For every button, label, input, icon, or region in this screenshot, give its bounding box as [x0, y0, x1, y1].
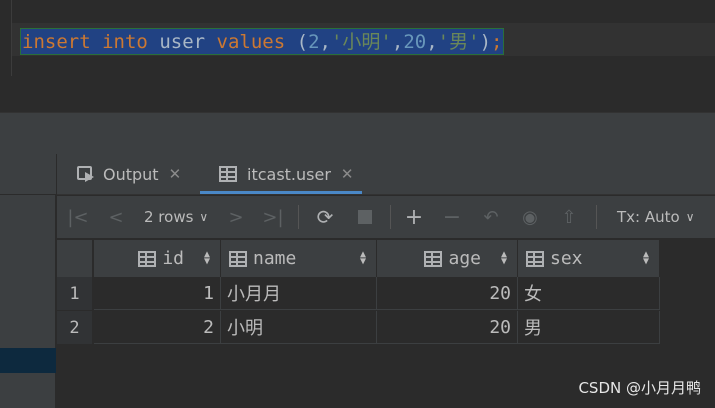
- row-number-header: [57, 240, 93, 277]
- value-age: 20: [403, 31, 427, 53]
- first-page-icon[interactable]: |<: [67, 196, 89, 238]
- column-icon: [526, 250, 544, 267]
- table-icon: [219, 166, 237, 182]
- toolbar-separator: [390, 205, 391, 229]
- stop-icon[interactable]: [355, 196, 375, 238]
- rows-count-label: 2 rows: [144, 208, 194, 226]
- value-name: '小明': [330, 31, 392, 53]
- cell-id[interactable]: 1: [94, 277, 221, 310]
- tab-output-label: Output: [103, 164, 159, 184]
- keyword-into: into: [102, 31, 148, 53]
- open-paren: (: [296, 31, 309, 53]
- column-icon: [138, 250, 157, 267]
- close-icon[interactable]: ✕: [341, 165, 354, 183]
- close-icon[interactable]: ✕: [169, 165, 182, 183]
- tab-output[interactable]: Output ✕: [77, 154, 181, 194]
- keyword-values: values: [216, 31, 286, 53]
- value-id: 2: [308, 31, 320, 53]
- panel-divider: [0, 112, 715, 154]
- refresh-icon[interactable]: ⟳: [313, 196, 337, 238]
- rows-selector[interactable]: 2 rows ∨: [144, 196, 208, 238]
- keyword-insert: insert: [22, 31, 91, 53]
- sort-icon[interactable]: ▲ ▼: [360, 250, 366, 267]
- sort-icon[interactable]: ▲ ▼: [501, 250, 507, 267]
- comma: ,: [319, 31, 331, 53]
- column-header-label: sex: [550, 248, 583, 269]
- prev-page-icon[interactable]: <: [105, 196, 127, 238]
- cell-name[interactable]: 小月月: [221, 277, 377, 310]
- tx-mode-label: Tx: Auto: [617, 208, 680, 226]
- cell-id[interactable]: 2: [94, 311, 221, 344]
- submit-icon[interactable]: ⇧: [558, 196, 580, 238]
- tab-itcast-user[interactable]: itcast.user ✕: [219, 154, 354, 194]
- row-number[interactable]: 1: [57, 277, 93, 310]
- active-tab-indicator: [200, 191, 362, 194]
- close-paren: ): [479, 31, 492, 53]
- cell-name[interactable]: 小明: [221, 311, 377, 344]
- toolbar-separator: [298, 205, 299, 229]
- preview-changes-icon[interactable]: ◉: [518, 196, 542, 238]
- column-icon: [424, 250, 443, 267]
- value-sex: '男': [437, 31, 480, 53]
- chevron-down-icon: ∨: [685, 210, 695, 224]
- comma: ,: [391, 31, 404, 53]
- table-identifier: user: [159, 31, 206, 53]
- transaction-mode-selector[interactable]: Tx: Auto ∨: [617, 196, 695, 238]
- cell-age[interactable]: 20: [377, 277, 518, 310]
- next-page-icon[interactable]: >: [225, 196, 247, 238]
- code-line-selection[interactable]: insert into user values (2,'小明',20,'男');: [20, 28, 505, 55]
- revert-icon[interactable]: ↶: [480, 196, 502, 238]
- column-header-label: name: [253, 248, 297, 269]
- column-header-id[interactable]: id ▲ ▼: [94, 240, 221, 277]
- column-header-label: age: [448, 248, 481, 269]
- column-icon: [229, 250, 247, 267]
- last-page-icon[interactable]: >|: [261, 196, 285, 238]
- results-tab-bar: Output ✕ itcast.user ✕: [57, 154, 715, 195]
- sidebar-header: [0, 154, 56, 195]
- column-header-age[interactable]: age ▲ ▼: [377, 240, 518, 277]
- toolbar-separator: [596, 205, 597, 229]
- sidebar-selected-item[interactable]: [0, 348, 56, 373]
- chevron-down-icon: ∨: [199, 210, 209, 224]
- output-icon: [77, 166, 95, 182]
- row-number[interactable]: 2: [57, 311, 93, 344]
- semicolon: ;: [491, 31, 503, 53]
- add-row-icon[interactable]: +: [402, 196, 426, 238]
- grid-toolbar: |< < 2 rows ∨ > >| ⟳ + − ↶ ◉ ⇧ Tx: Auto …: [57, 196, 715, 238]
- services-sidebar: [0, 154, 56, 408]
- cell-age[interactable]: 20: [377, 311, 518, 344]
- cell-sex[interactable]: 男: [518, 311, 660, 344]
- sort-icon[interactable]: ▲ ▼: [643, 250, 649, 267]
- sql-editor[interactable]: insert into user values (2,'小明',20,'男');: [0, 0, 715, 112]
- sort-icon[interactable]: ▲ ▼: [204, 250, 210, 267]
- delete-row-icon[interactable]: −: [441, 196, 463, 238]
- comma: ,: [426, 31, 438, 53]
- column-header-name[interactable]: name ▲ ▼: [221, 240, 377, 277]
- column-header-sex[interactable]: sex ▲ ▼: [518, 240, 660, 277]
- tab-itcast-user-label: itcast.user: [247, 164, 331, 184]
- watermark: CSDN @小月月鸭: [578, 379, 701, 397]
- column-header-label: id: [162, 248, 184, 269]
- cell-sex[interactable]: 女: [518, 277, 660, 310]
